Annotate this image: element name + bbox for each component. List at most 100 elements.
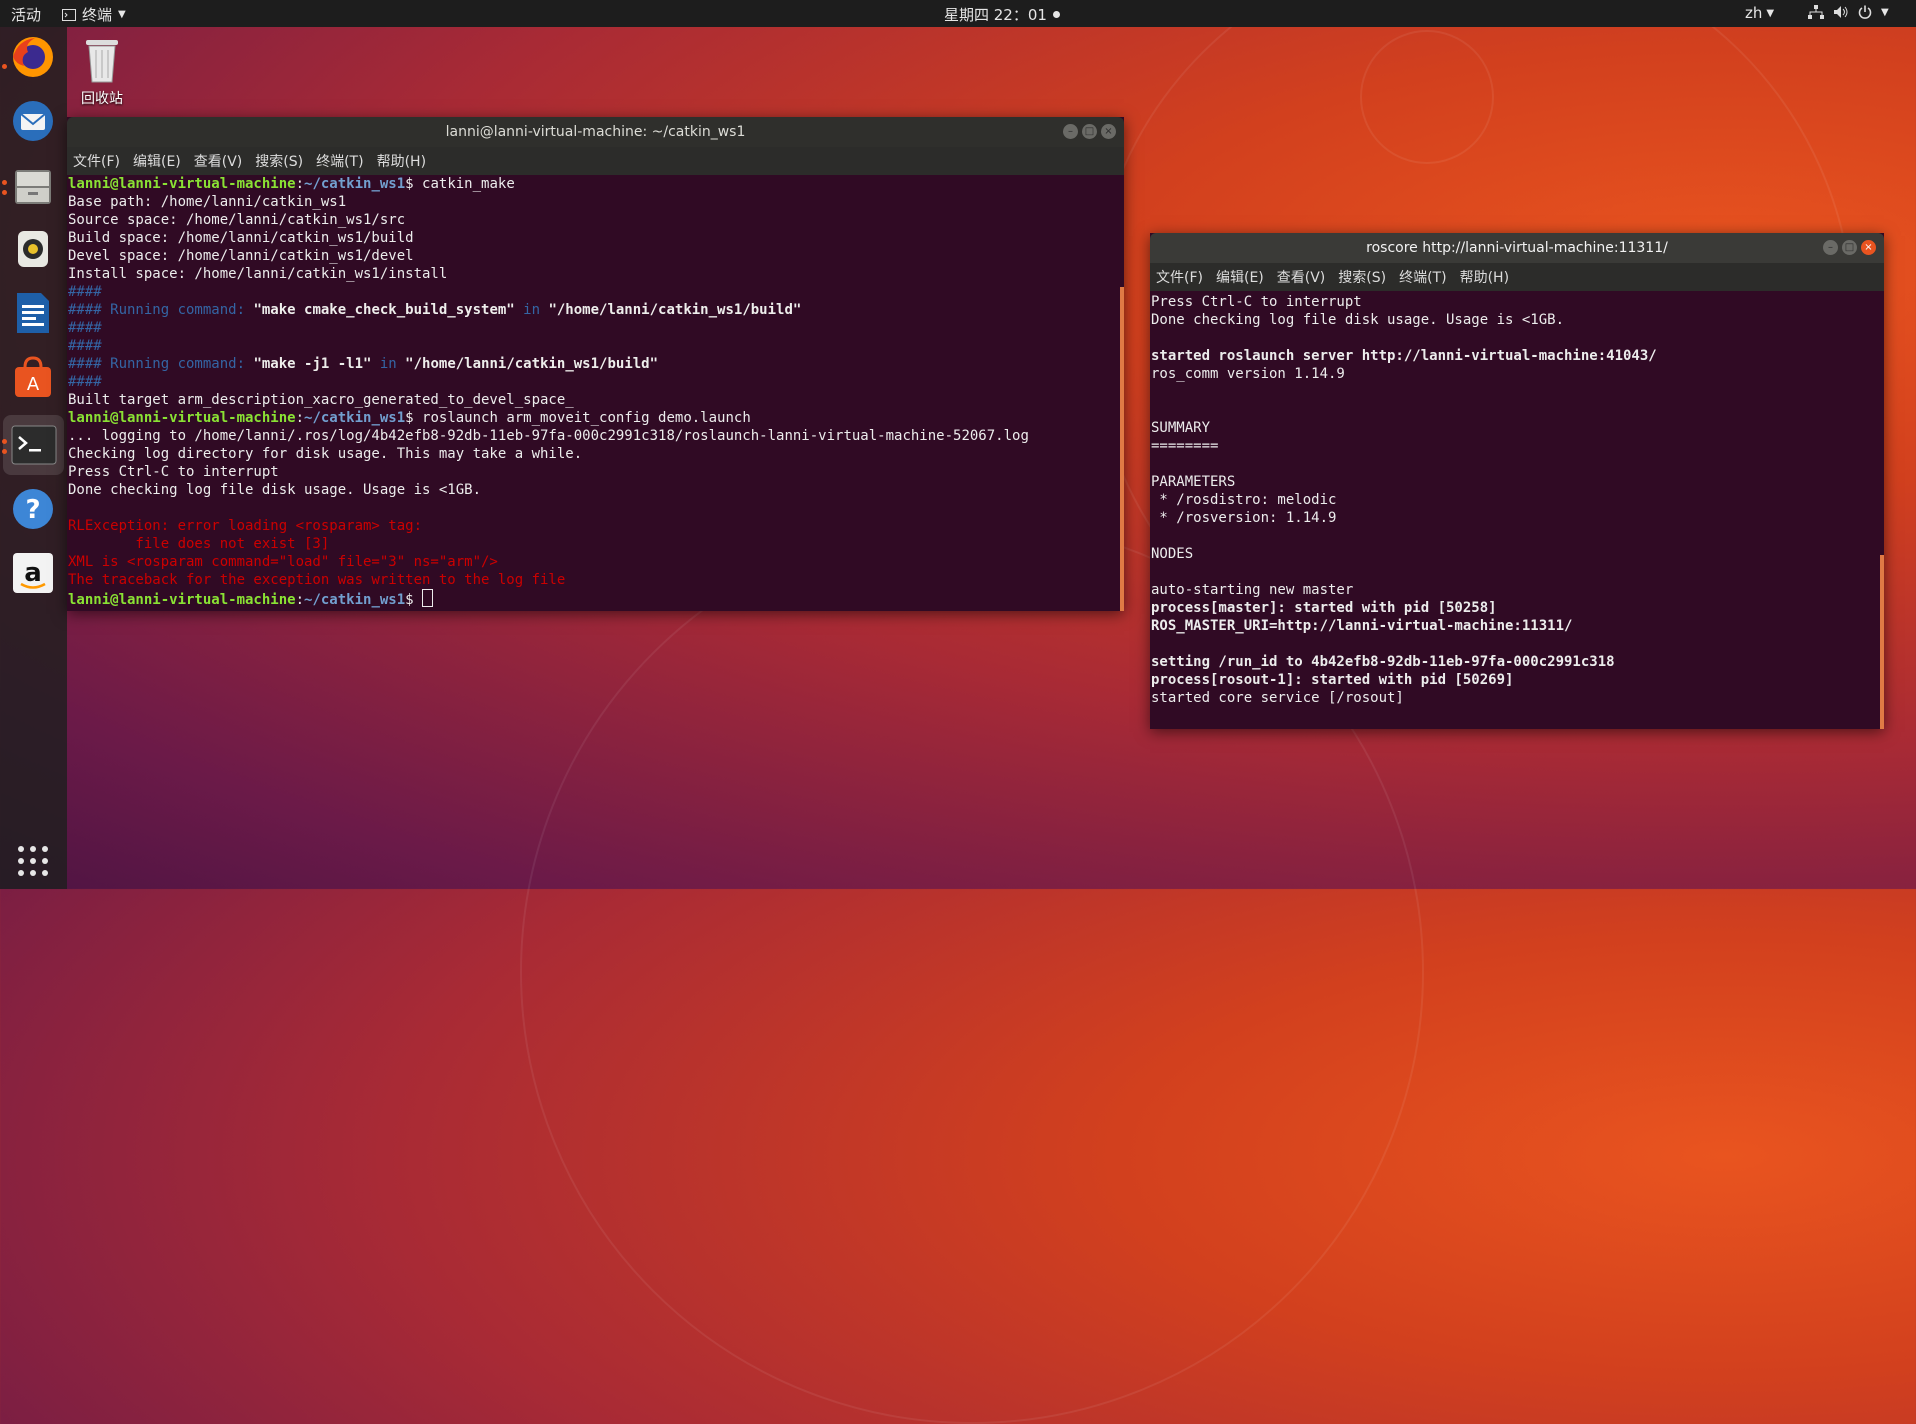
close-button[interactable]: × — [1101, 124, 1116, 139]
terminal-line: setting /run_id to 4b42efb8-92db-11eb-97… — [1151, 653, 1884, 671]
writer-icon — [17, 293, 49, 333]
dock-files[interactable] — [9, 162, 57, 210]
terminal-line: #### — [68, 373, 1124, 391]
help-icon: ? — [13, 489, 53, 529]
desktop-trash[interactable]: 回收站 — [72, 34, 132, 108]
firefox-icon — [13, 37, 53, 77]
terminal-line: Done checking log file disk usage. Usage… — [1151, 311, 1884, 329]
menu-item[interactable]: 搜索(S) — [255, 151, 303, 171]
terminal-text: : — [295, 176, 305, 192]
menu-item[interactable]: 查看(V) — [194, 151, 243, 171]
terminal-text: ~/catkin_ws1 — [304, 410, 406, 426]
terminal-text: Install space: /home/lanni/catkin_ws1/in… — [68, 266, 448, 282]
terminal-text: started core service [/rosout] — [1151, 690, 1404, 706]
terminal-text: in — [514, 302, 549, 318]
running-indicator — [2, 439, 7, 444]
clock[interactable]: 星期四 22：01 — [944, 4, 1060, 25]
dock-writer[interactable] — [9, 289, 57, 337]
terminal-text: : — [295, 410, 305, 426]
terminal-output[interactable]: lanni@lanni-virtual-machine:~/catkin_ws1… — [67, 175, 1124, 611]
terminal-text: #### — [68, 374, 102, 390]
dock-amazon[interactable]: a — [9, 549, 57, 597]
show-applications-icon — [18, 846, 48, 876]
close-button[interactable]: × — [1861, 240, 1876, 255]
terminal-line: lanni@lanni-virtual-machine:~/catkin_ws1… — [68, 409, 1124, 427]
terminal-text: XML is <rosparam command="load" file="3"… — [68, 554, 498, 570]
terminal-window-roscore[interactable]: roscore http://lanni-virtual-machine:113… — [1150, 233, 1884, 729]
system-tray[interactable]: ▼ — [1808, 5, 1889, 19]
scrollbar[interactable] — [1120, 287, 1124, 611]
maximize-button[interactable]: □ — [1842, 240, 1857, 255]
terminal-text: file does not exist [3] — [68, 536, 330, 552]
terminal-line: auto-starting new master — [1151, 581, 1884, 599]
scrollbar[interactable] — [1880, 555, 1884, 729]
terminal-text: SUMMARY — [1151, 420, 1211, 436]
menu-item[interactable]: 搜索(S) — [1338, 267, 1386, 287]
dock-thunderbird[interactable] — [9, 97, 57, 145]
window-titlebar[interactable]: lanni@lanni-virtual-machine: ~/catkin_ws… — [67, 117, 1124, 147]
dock-software[interactable]: A — [9, 353, 57, 401]
menu-item[interactable]: 终端(T) — [316, 151, 363, 171]
maximize-button[interactable]: □ — [1082, 124, 1097, 139]
menu-item[interactable]: 文件(F) — [73, 151, 120, 171]
terminal-line: Devel space: /home/lanni/catkin_ws1/deve… — [68, 247, 1124, 265]
dock-firefox[interactable] — [9, 33, 57, 81]
menu-item[interactable]: 文件(F) — [1156, 267, 1203, 287]
chevron-down-icon: ▼ — [1881, 6, 1889, 18]
menu-item[interactable]: 查看(V) — [1277, 267, 1326, 287]
volume-icon — [1834, 6, 1848, 18]
terminal-text: "make -j1 -l1" — [253, 356, 372, 372]
terminal-text: The traceback for the exception was writ… — [68, 572, 566, 588]
svg-text:A: A — [27, 374, 40, 395]
menu-item[interactable]: 终端(T) — [1399, 267, 1446, 287]
trash-label: 回收站 — [81, 91, 123, 107]
files-icon — [15, 170, 51, 204]
text-cursor — [422, 589, 434, 607]
terminal-line: started core service [/rosout] — [1151, 689, 1884, 707]
terminal-text: in — [371, 356, 406, 372]
terminal-line: Source space: /home/lanni/catkin_ws1/src — [68, 211, 1124, 229]
terminal-text: Press Ctrl-C to interrupt — [68, 464, 279, 480]
chevron-down-icon: ▼ — [1766, 7, 1775, 19]
running-indicator — [2, 190, 7, 195]
terminal-line: lanni@lanni-virtual-machine:~/catkin_ws1… — [68, 589, 1124, 608]
notification-dot-icon — [1052, 11, 1060, 18]
window-titlebar[interactable]: roscore http://lanni-virtual-machine:113… — [1150, 233, 1884, 263]
minimize-button[interactable]: – — [1063, 124, 1078, 139]
terminal-line: #### — [68, 283, 1124, 301]
minimize-button[interactable]: – — [1823, 240, 1838, 255]
dock-help[interactable]: ? — [9, 485, 57, 533]
terminal-line: Done checking log file disk usage. Usage… — [68, 481, 1124, 499]
app-menu[interactable]: 终端 ▼ — [62, 4, 126, 25]
rhythmbox-icon — [18, 231, 48, 267]
terminal-line: started roslaunch server http://lanni-vi… — [1151, 347, 1884, 365]
dock-terminal[interactable] — [3, 415, 64, 475]
terminal-line: Install space: /home/lanni/catkin_ws1/in… — [68, 265, 1124, 283]
terminal-text: #### — [68, 284, 102, 300]
menu-item[interactable]: 帮助(H) — [1460, 267, 1509, 287]
app-menu-label: 终端 — [82, 6, 113, 24]
svg-text:?: ? — [25, 495, 40, 525]
terminal-text: Press Ctrl-C to interrupt — [1151, 294, 1362, 310]
terminal-window-main[interactable]: lanni@lanni-virtual-machine: ~/catkin_ws… — [67, 117, 1124, 611]
activities-button[interactable]: 活动 — [11, 4, 41, 25]
menu-item[interactable]: 编辑(E) — [1216, 267, 1264, 287]
menu-bar: 文件(F) 编辑(E) 查看(V) 搜索(S) 终端(T) 帮助(H) — [1150, 263, 1884, 291]
menu-item[interactable]: 编辑(E) — [133, 151, 181, 171]
input-method-menu[interactable]: zh ▼ — [1745, 4, 1774, 22]
terminal-text: $ catkin_make — [405, 176, 515, 192]
terminal-text: Built target arm_description_xacro_gener… — [68, 392, 574, 408]
terminal-text: ======== — [1151, 438, 1219, 454]
menu-item[interactable]: 帮助(H) — [377, 151, 426, 171]
dock-rhythmbox[interactable] — [9, 225, 57, 273]
terminal-line: Press Ctrl-C to interrupt — [1151, 293, 1884, 311]
terminal-line: ... logging to /home/lanni/.ros/log/4b42… — [68, 427, 1124, 445]
show-applications-button[interactable] — [9, 837, 57, 885]
terminal-line: PARAMETERS — [1151, 473, 1884, 491]
terminal-text: Devel space: /home/lanni/catkin_ws1/deve… — [68, 248, 414, 264]
terminal-output[interactable]: Press Ctrl-C to interrupt Done checking l… — [1150, 291, 1884, 731]
